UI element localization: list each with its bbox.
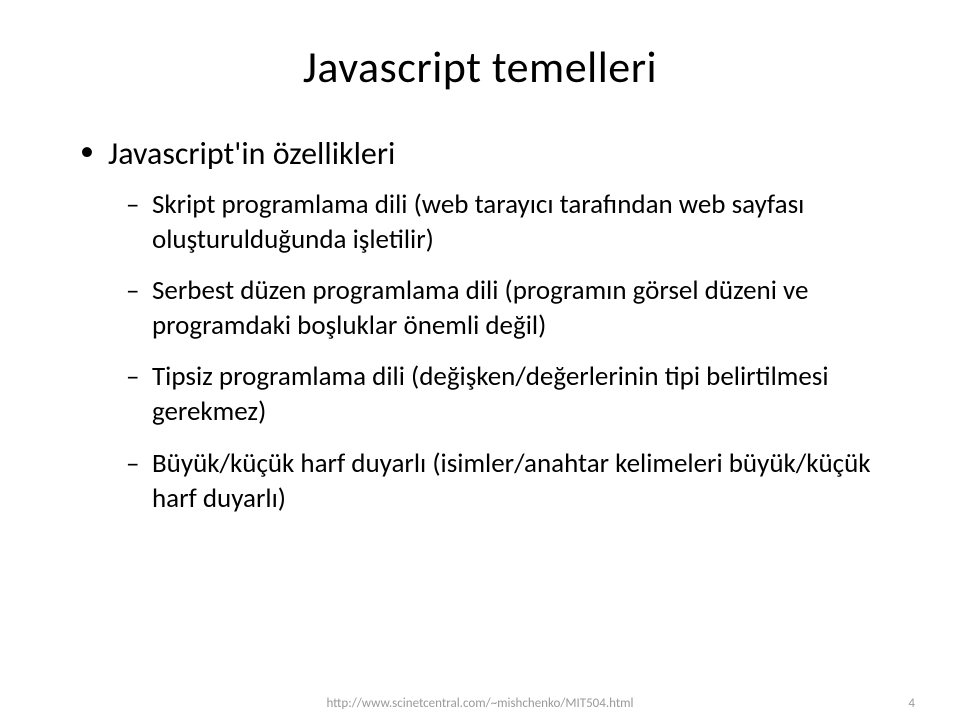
bullet-text: Javascript'in özellikleri [108, 134, 395, 173]
list-item: Serbest düzen programlama dili (programı… [126, 273, 900, 343]
bullet-list-level1: Javascript'in özellikleri Skript program… [80, 134, 900, 516]
slide: Javascript temelleri Javascript'in özell… [0, 0, 960, 720]
slide-title: Javascript temelleri [60, 40, 900, 94]
slide-body: Javascript'in özellikleri Skript program… [60, 134, 900, 516]
bullet-list-level2: Skript programlama dili (web tarayıcı ta… [108, 187, 900, 516]
footer-url: http://www.scinetcentral.com/~mishchenko… [326, 696, 633, 711]
list-item: Büyük/küçük harf duyarlı (isimler/anahta… [126, 446, 900, 516]
list-item: Skript programlama dili (web tarayıcı ta… [126, 187, 900, 257]
list-item: Tipsiz programlama dili (değişken/değerl… [126, 359, 900, 429]
footer-page-number: 4 [908, 696, 915, 711]
list-item: Javascript'in özellikleri Skript program… [80, 134, 900, 516]
